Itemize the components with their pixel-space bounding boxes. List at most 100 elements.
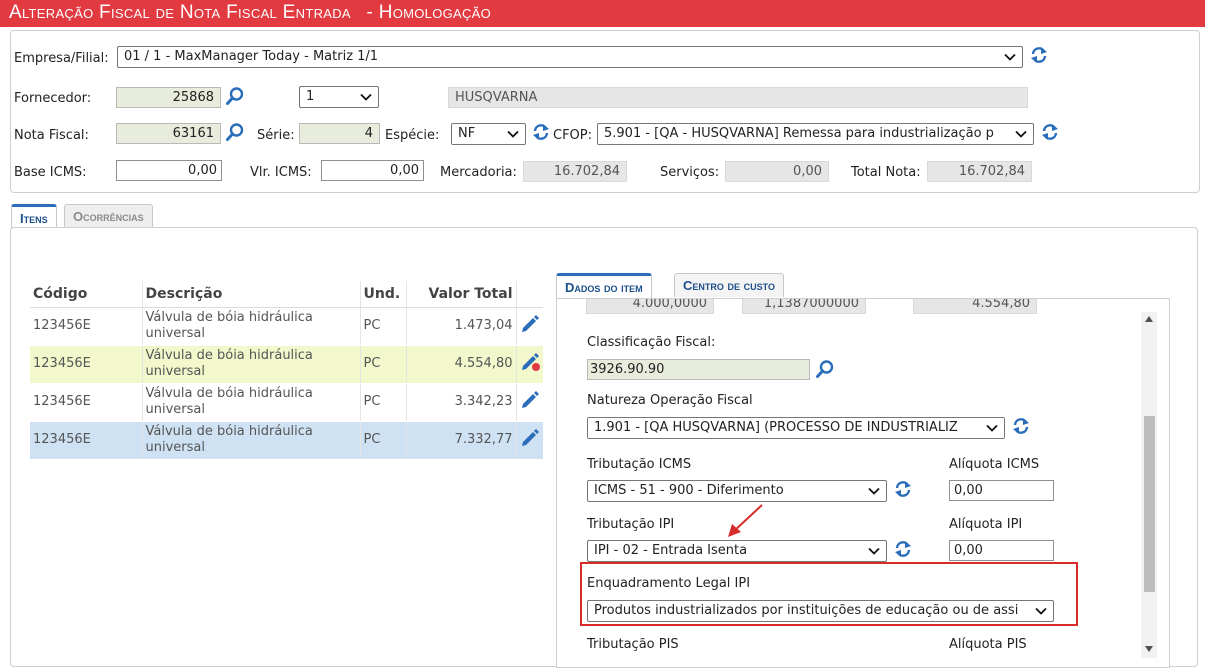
cell-codigo: 123456E [30, 307, 142, 346]
fornecedor-code-field[interactable]: 25868 [116, 87, 221, 108]
cell-valor: 1.473,04 [405, 307, 516, 346]
empresa-select[interactable]: 01 / 1 - MaxManager Today - Matriz 1/1 [117, 46, 1023, 68]
edit-cell [515, 345, 543, 384]
refresh-cfop-icon[interactable] [1040, 122, 1060, 142]
aliq-icms-label: Alíquota ICMS [949, 457, 1040, 472]
empresa-label: Empresa/Filial: [14, 51, 109, 66]
col-descricao: Descrição [141, 281, 360, 308]
cell-codigo: 123456E [30, 345, 142, 384]
detail-scrollbar[interactable] [1141, 312, 1157, 658]
refresh-icon[interactable] [1029, 45, 1049, 65]
vlr-icms-label: Vlr. ICMS: [250, 165, 312, 180]
cell-und: PC [359, 345, 406, 384]
fornecedor-select[interactable]: 1 [299, 86, 379, 108]
base-icms-field[interactable]: 0,00 [116, 160, 222, 181]
tab-dados-item[interactable]: Dados do item [556, 273, 652, 299]
chevron-down-icon [867, 481, 881, 501]
chevron-down-icon [359, 87, 373, 107]
natureza-select[interactable]: 1.901 - [QA HUSQVARNA] (PROCESSO DE INDU… [587, 417, 1005, 439]
cell-und: PC [359, 307, 406, 346]
partial-qty-field: 4.000,0000 [586, 299, 714, 314]
table-row[interactable]: 123456E Válvula de bóia hidráulica unive… [30, 383, 543, 422]
enquadramento-select[interactable]: Produtos industrializados por instituiçõ… [587, 600, 1054, 622]
search-classificacao-icon[interactable] [815, 359, 835, 379]
partial-total-field: 4.554,80 [913, 299, 1037, 314]
cell-und: PC [359, 383, 406, 422]
edit-pencil-icon[interactable] [520, 390, 540, 410]
mercadoria-label: Mercadoria: [440, 165, 517, 180]
servicos-label: Serviços: [660, 165, 720, 180]
especie-value: NF [458, 126, 476, 141]
table-row[interactable]: 123456E Válvula de bóia hidráulica unive… [30, 345, 543, 384]
total-nota-label: Total Nota: [851, 165, 921, 180]
cell-descricao: Válvula de bóia hidráulica universal [141, 421, 360, 460]
col-und: Und. [359, 281, 406, 308]
chevron-down-icon [1034, 601, 1048, 621]
edit-cell [515, 421, 543, 460]
items-table: Código Descrição Und. Valor Total 123456… [30, 281, 543, 460]
refresh-ipi-icon[interactable] [893, 539, 913, 559]
cell-valor: 3.342,23 [405, 383, 516, 422]
cfop-select[interactable]: 5.901 - [QA - HUSQVARNA] Remessa para in… [597, 123, 1034, 145]
cell-descricao: Válvula de bóia hidráulica universal [141, 383, 360, 422]
col-valor-total: Valor Total [405, 281, 516, 308]
trib-icms-label: Tributação ICMS [587, 457, 692, 472]
search-fornecedor-icon[interactable] [225, 86, 245, 106]
cfop-label: CFOP: [553, 128, 593, 143]
edit-pencil-icon[interactable] [520, 428, 540, 448]
window-title: Alteração Fiscal de Nota Fiscal Entrada [9, 2, 351, 23]
tab-centro-custo[interactable]: Centro de custo [674, 273, 784, 297]
classificacao-field[interactable]: 3926.90.90 [587, 359, 810, 380]
chevron-down-icon [506, 124, 520, 144]
natureza-value: 1.901 - [QA HUSQVARNA] (PROCESSO DE INDU… [594, 420, 958, 435]
mercadoria-field: 16.702,84 [523, 161, 627, 182]
tab-ocorrencias[interactable]: Ocorrências [64, 204, 153, 228]
chevron-down-icon [867, 541, 881, 561]
base-icms-label: Base ICMS: [14, 165, 87, 180]
cell-descricao: Válvula de bóia hidráulica universal [141, 307, 360, 346]
refresh-especie-icon[interactable] [531, 122, 551, 142]
chevron-down-icon [1014, 124, 1028, 144]
scroll-down-icon[interactable] [1145, 646, 1153, 652]
edit-pencil-icon[interactable] [520, 352, 540, 372]
refresh-natureza-icon[interactable] [1011, 416, 1031, 436]
search-nota-icon[interactable] [225, 122, 245, 142]
cell-descricao: Válvula de bóia hidráulica universal [141, 345, 360, 384]
serie-label: Série: [257, 128, 295, 143]
total-nota-field: 16.702,84 [927, 161, 1032, 182]
aliq-ipi-label: Alíquota IPI [949, 517, 1023, 532]
partial-row: 4.000,0000 1,1387000000 4.554,80 [586, 299, 1126, 319]
trib-ipi-value: IPI - 02 - Entrada Isenta [594, 543, 748, 558]
trib-icms-select[interactable]: ICMS - 51 - 900 - Diferimento [587, 480, 887, 502]
cell-codigo: 123456E [30, 421, 142, 460]
cell-und: PC [359, 421, 406, 460]
aliq-icms-field[interactable]: 0,00 [949, 480, 1054, 501]
col-actions [515, 281, 543, 308]
nota-fiscal-label: Nota Fiscal: [14, 128, 89, 143]
cell-codigo: 123456E [30, 383, 142, 422]
edit-cell [515, 307, 543, 346]
trib-icms-value: ICMS - 51 - 900 - Diferimento [594, 483, 784, 498]
trib-pis-label: Tributação PIS [587, 637, 679, 652]
enquadramento-value: Produtos industrializados por instituiçõ… [594, 603, 1019, 618]
table-header-row: Código Descrição Und. Valor Total [30, 281, 543, 308]
edit-pencil-icon[interactable] [520, 314, 540, 334]
fornecedor-label: Fornecedor: [14, 91, 92, 106]
nota-fiscal-field[interactable]: 63161 [116, 123, 221, 144]
classificacao-label: Classificação Fiscal: [587, 335, 716, 350]
environment-label: - Homologação [366, 2, 492, 23]
table-row[interactable]: 123456E Válvula de bóia hidráulica unive… [30, 307, 543, 346]
refresh-icms-icon[interactable] [893, 479, 913, 499]
trib-ipi-label: Tributação IPI [587, 517, 675, 532]
scroll-up-icon[interactable] [1145, 316, 1153, 322]
aliq-ipi-field[interactable]: 0,00 [949, 540, 1054, 561]
fornecedor-name-field: HUSQVARNA [448, 87, 1028, 108]
scrollbar-thumb[interactable] [1144, 416, 1155, 592]
vlr-icms-field[interactable]: 0,00 [321, 160, 424, 181]
especie-select[interactable]: NF [451, 123, 526, 145]
enquadramento-label: Enquadramento Legal IPI [587, 576, 751, 591]
table-row[interactable]: 123456E Válvula de bóia hidráulica unive… [30, 421, 543, 460]
cell-valor: 7.332,77 [405, 421, 516, 460]
serie-field[interactable]: 4 [299, 123, 380, 144]
window-title-bar: Alteração Fiscal de Nota Fiscal Entrada … [0, 0, 1205, 27]
